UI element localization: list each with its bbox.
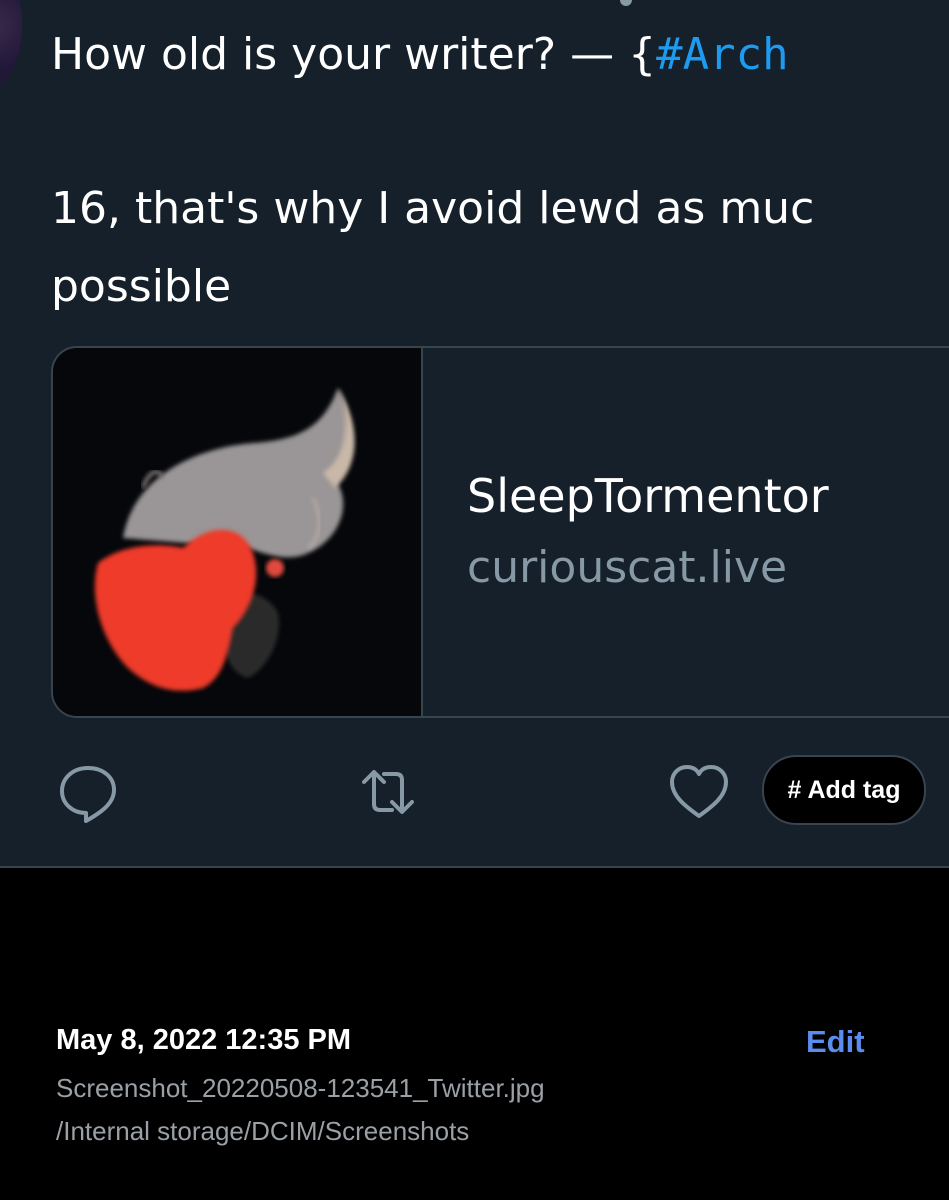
add-tag-button[interactable]: # Add tag — [762, 755, 926, 825]
card-thumbnail — [53, 348, 423, 716]
card-domain: curiouscat.live — [467, 542, 788, 593]
file-date: May 8, 2022 12:35 PM — [56, 1024, 352, 1056]
heart-icon[interactable] — [667, 760, 731, 824]
tweet-question-line: How old is your writer? — {#Arch — [51, 16, 949, 94]
reply-icon[interactable] — [56, 760, 120, 824]
retweet-icon[interactable] — [356, 760, 420, 824]
file-path: /Internal storage/DCIM/Screenshots — [56, 1116, 470, 1146]
tweet-card: How old is your writer? — {#Arch 16, tha… — [0, 0, 949, 868]
tweet-answer-line-1: 16, that's why I avoid lewd as muc — [51, 183, 815, 234]
edit-button[interactable]: Edit — [806, 1022, 865, 1062]
red-masked-character-artwork-icon — [94, 388, 355, 691]
file-info-panel: May 8, 2022 12:35 PM Edit Screenshot_202… — [0, 868, 949, 1200]
link-preview-card[interactable]: SleepTormentor curiouscat.live — [51, 346, 949, 718]
tweet-answer-line-2: possible — [51, 261, 232, 312]
hashtag-link[interactable]: #Arch — [656, 29, 788, 80]
card-title: SleepTormentor — [467, 469, 829, 523]
avatar[interactable] — [0, 0, 22, 90]
clipped-text-fragment — [620, 0, 632, 6]
question-text: How old is your writer? — { — [51, 29, 657, 80]
file-name: Screenshot_20220508-123541_Twitter.jpg — [56, 1073, 545, 1103]
